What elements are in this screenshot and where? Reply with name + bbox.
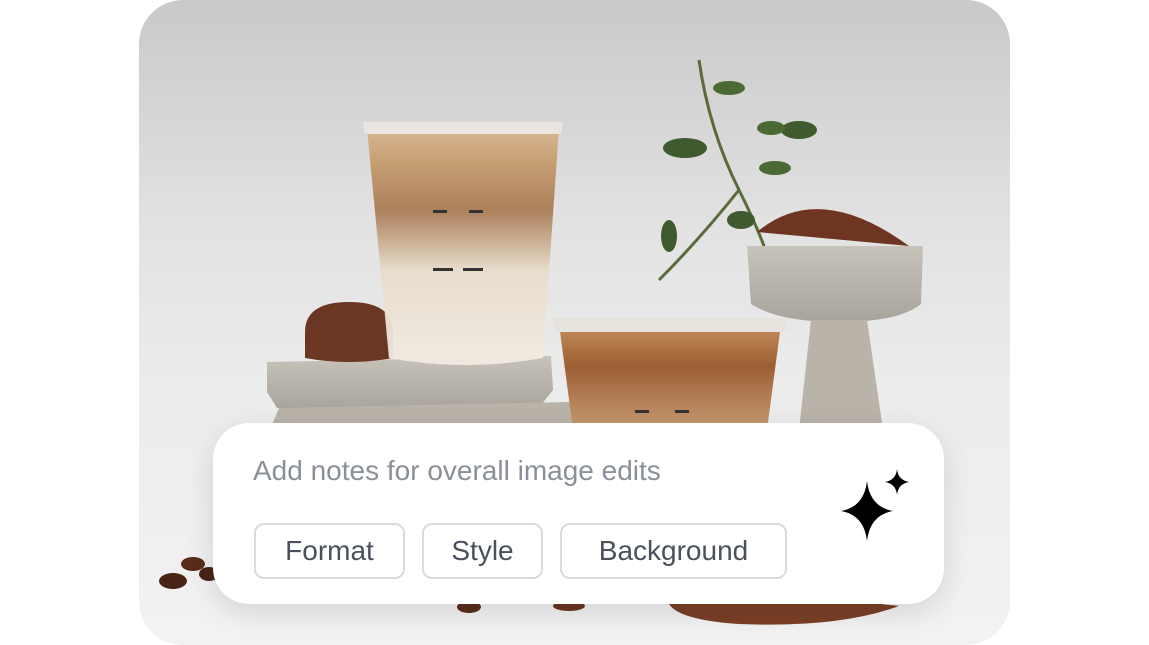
- style-chip[interactable]: Style: [422, 523, 543, 579]
- background-chip[interactable]: Background: [560, 523, 787, 579]
- edit-notes-input[interactable]: [253, 453, 813, 489]
- format-chip[interactable]: Format: [254, 523, 405, 579]
- edit-prompt-panel: Format Style Background: [213, 423, 944, 604]
- generate-button[interactable]: [837, 467, 913, 543]
- sparkle-icon: [841, 469, 909, 541]
- option-chips: Format Style Background: [254, 523, 787, 579]
